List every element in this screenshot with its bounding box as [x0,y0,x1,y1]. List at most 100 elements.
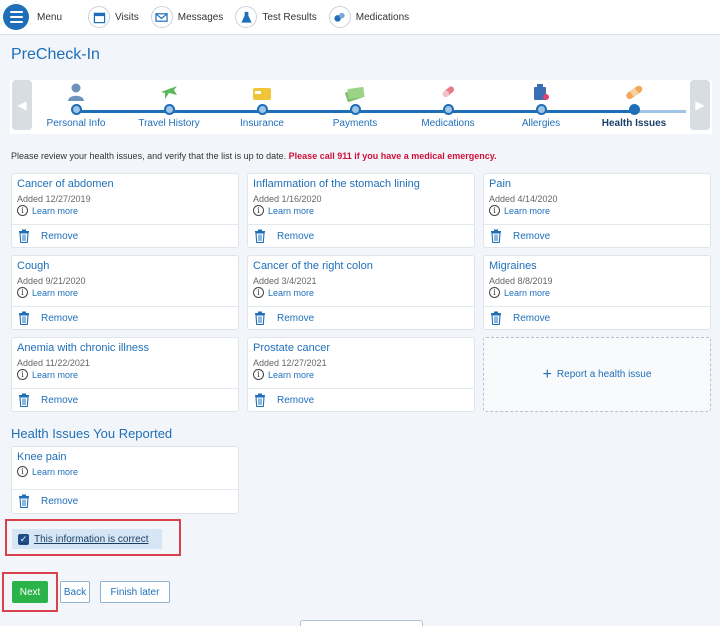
learn-more-link[interactable]: i Learn more [489,287,550,298]
remove-button[interactable]: Remove [18,393,78,407]
step-medications[interactable]: Medications [408,80,488,129]
issue-date: Added 9/21/2020 [17,276,86,286]
issue-title: Cough [17,260,50,272]
info-icon: i [17,287,28,298]
step-label: Insurance [240,118,284,129]
step-label: Medications [421,118,475,129]
info-icon: i [253,205,264,216]
top-nav: Menu Visits Messages Test Results Medica… [0,0,720,35]
step-travel-history[interactable]: Travel History [129,80,209,129]
health-issue-card: Pain Added 4/14/2020 i Learn more Remove [483,173,711,248]
nav-item-test-results[interactable]: Test Results [235,6,317,28]
allergy-icon [501,80,581,102]
remove-button[interactable]: Remove [18,311,78,325]
learn-more-label: Learn more [268,287,315,298]
learn-more-link[interactable]: i Learn more [253,205,314,216]
pill-icon [408,80,488,102]
stepper-prev-arrow-icon[interactable]: ◀ [12,80,32,130]
trash-icon [255,229,265,243]
remove-label: Remove [513,230,551,242]
issue-title: Anemia with chronic illness [17,342,150,354]
bandage-icon [594,80,674,102]
learn-more-link[interactable]: i Learn more [253,287,314,298]
envelope-icon [150,6,173,28]
nav-label-messages: Messages [177,11,224,23]
remove-button[interactable]: Remove [254,393,314,407]
step-label: Health Issues [601,118,667,129]
learn-more-link[interactable]: i Learn more [17,205,78,216]
remove-button[interactable]: Remove [254,229,314,243]
learn-more-link[interactable]: i Learn more [17,287,78,298]
step-label: Travel History [138,118,200,129]
nav-item-visits[interactable]: Visits [88,6,139,28]
step-health-issues[interactable]: Health Issues [594,80,674,129]
learn-more-link[interactable]: i Learn more [17,466,78,477]
learn-more-link[interactable]: i Learn more [489,205,550,216]
remove-label: Remove [41,312,79,324]
finish-later-button[interactable]: Finish later [100,581,170,603]
issue-date: Added 12/27/2019 [17,194,91,204]
nav-item-messages[interactable]: Messages [150,6,224,28]
issue-title: Knee pain [17,451,67,463]
issue-title: Pain [489,178,512,190]
issue-date: Added 12/27/2021 [253,358,327,368]
issue-date: Added 4/14/2020 [489,194,558,204]
remove-button[interactable]: Remove [18,229,78,243]
health-issue-card: Prostate cancer Added 12/27/2021 i Learn … [247,337,475,412]
trash-icon [19,311,29,325]
remove-label: Remove [277,312,315,324]
progress-stepper: ◀ ▶ Personal Info Travel History Insuran… [10,80,712,134]
remove-label: Remove [513,312,551,324]
person-icon [36,80,116,102]
remove-label: Remove [41,495,79,507]
confirm-checkbox[interactable]: ✓ This information is correct [12,529,162,549]
remove-button[interactable]: Remove [18,494,78,508]
remove-button[interactable]: Remove [490,229,550,243]
report-health-issue-button[interactable]: + Report a health issue [483,337,711,412]
flask-icon [235,6,258,28]
pill-icon [328,6,351,28]
page-title: PreCheck-In [11,46,100,63]
issue-date: Added 3/4/2021 [253,276,317,286]
learn-more-link[interactable]: i Learn more [253,369,314,380]
back-button[interactable]: Back [60,581,90,603]
remove-button[interactable]: Remove [254,311,314,325]
next-button[interactable]: Next [12,581,48,603]
remove-label: Remove [277,394,315,406]
health-issue-card: Anemia with chronic illness Added 11/22/… [11,337,239,412]
step-payments[interactable]: Payments [315,80,395,129]
health-issue-card: Inflammation of the stomach lining Added… [247,173,475,248]
learn-more-label: Learn more [32,287,79,298]
learn-more-label: Learn more [268,205,315,216]
menu-label[interactable]: Menu [37,12,62,23]
info-icon: i [253,287,264,298]
instructions-text: Please review your health issues, and ve… [11,151,497,161]
remove-button[interactable]: Remove [490,311,550,325]
trash-icon [255,311,265,325]
step-insurance[interactable]: Insurance [222,80,302,129]
step-personal-info[interactable]: Personal Info [36,80,116,129]
stepper-next-arrow-icon[interactable]: ▶ [690,80,710,130]
reported-section-title: Health Issues You Reported [11,426,173,441]
info-icon: i [17,466,28,477]
remove-label: Remove [277,230,315,242]
step-label: Personal Info [46,118,106,129]
learn-more-link[interactable]: i Learn more [17,369,78,380]
health-issue-card: Migraines Added 8/8/2019 i Learn more Rem… [483,255,711,330]
learn-more-label: Learn more [32,466,79,477]
learn-more-label: Learn more [32,369,79,380]
nav-label-visits: Visits [115,11,139,23]
trash-icon [19,229,29,243]
step-allergies[interactable]: Allergies [501,80,581,129]
nav-label-test-results: Test Results [262,11,317,23]
learn-more-label: Learn more [504,287,551,298]
report-health-issue-label: Report a health issue [556,369,652,380]
learn-more-label: Learn more [504,205,551,216]
menu-icon[interactable] [3,4,29,30]
nav-item-medications[interactable]: Medications [328,6,409,28]
reported-issue-card: Knee pain i Learn more Remove [11,446,239,514]
issue-title: Migraines [489,260,537,272]
trash-icon [19,393,29,407]
card-icon [222,80,302,102]
checkmark-icon: ✓ [18,533,29,545]
